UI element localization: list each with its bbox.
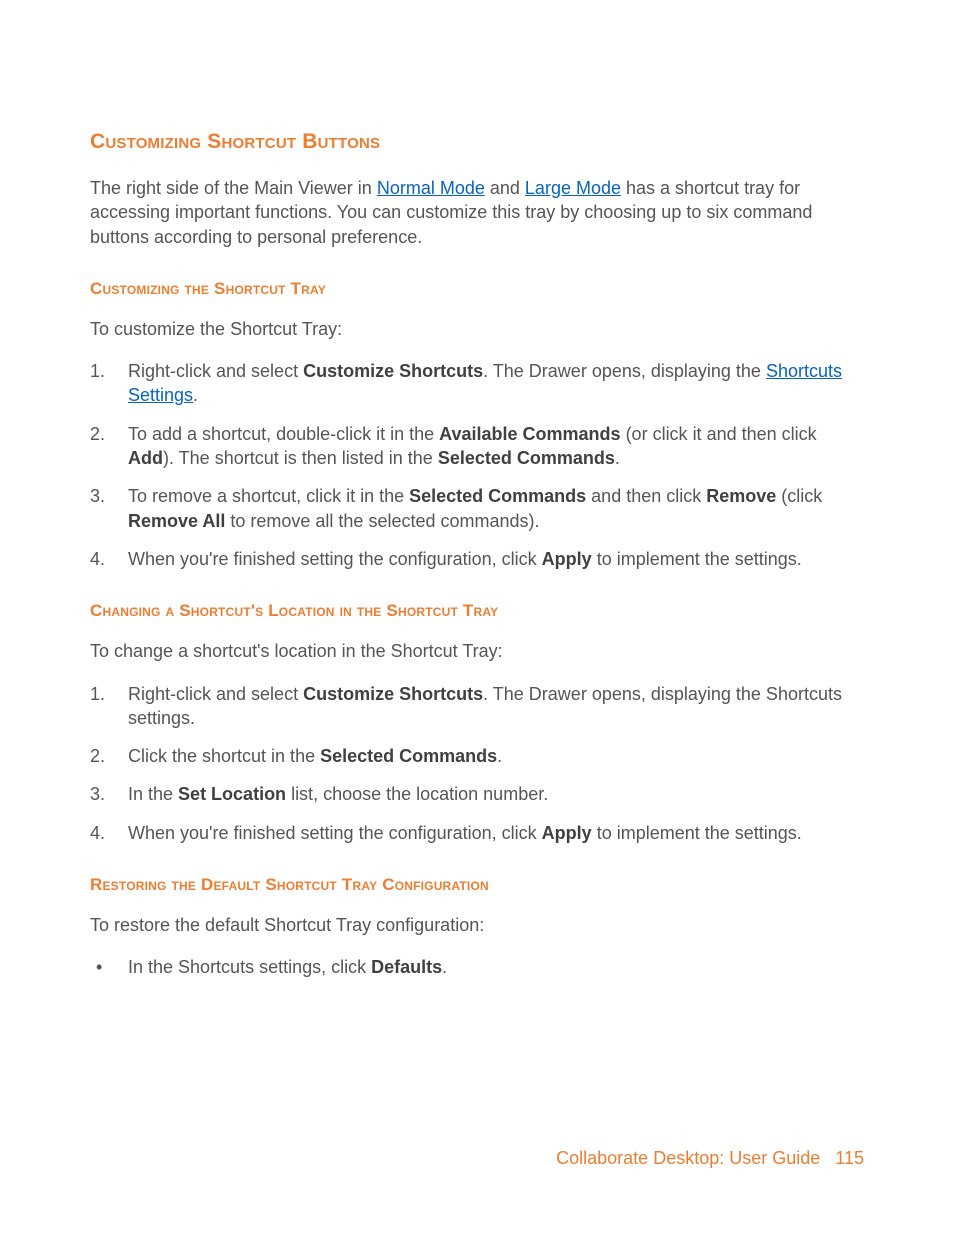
link-large-mode[interactable]: Large Mode (525, 178, 621, 198)
footer-page-number: 115 (835, 1148, 864, 1168)
text: . The Drawer opens, displaying the (483, 361, 766, 381)
bold-add: Add (128, 448, 163, 468)
heading-sub1: Customizing the Shortcut Tray (90, 279, 864, 299)
bold-apply-2: Apply (542, 823, 592, 843)
text: . (615, 448, 620, 468)
text: Right-click and select (128, 684, 303, 704)
heading-main: Customizing Shortcut Buttons (90, 130, 864, 154)
bold-remove: Remove (706, 486, 776, 506)
text: list, choose the location number. (286, 784, 548, 804)
sub1-lead: To customize the Shortcut Tray: (90, 317, 864, 341)
sub3-lead: To restore the default Shortcut Tray con… (90, 913, 864, 937)
text: (or click it and then click (621, 424, 817, 444)
text: In the (128, 784, 178, 804)
text: to remove all the selected commands). (225, 511, 539, 531)
sub3-bullet-1: In the Shortcuts settings, click Default… (90, 955, 864, 979)
text: to implement the settings. (592, 823, 802, 843)
text: When you're finished setting the configu… (128, 823, 542, 843)
sub2-item-1: Right-click and select Customize Shortcu… (90, 682, 864, 731)
text: to implement the settings. (592, 549, 802, 569)
sub2-list: Right-click and select Customize Shortcu… (90, 682, 864, 845)
footer-title: Collaborate Desktop: User Guide (556, 1148, 820, 1168)
text: To add a shortcut, double-click it in th… (128, 424, 439, 444)
text: When you're finished setting the configu… (128, 549, 542, 569)
text: . (497, 746, 502, 766)
intro-text-b: and (485, 178, 525, 198)
bold-defaults: Defaults (371, 957, 442, 977)
text: In the Shortcuts settings, click (128, 957, 371, 977)
bold-customize-shortcuts-2: Customize Shortcuts (303, 684, 483, 704)
sub1-item-2: To add a shortcut, double-click it in th… (90, 422, 864, 471)
bold-customize-shortcuts: Customize Shortcuts (303, 361, 483, 381)
text: (click (776, 486, 822, 506)
link-normal-mode[interactable]: Normal Mode (377, 178, 485, 198)
bold-selected-commands-3: Selected Commands (320, 746, 497, 766)
sub2-item-3: In the Set Location list, choose the loc… (90, 782, 864, 806)
bold-available-commands: Available Commands (439, 424, 620, 444)
text: To remove a shortcut, click it in the (128, 486, 409, 506)
sub1-item-3: To remove a shortcut, click it in the Se… (90, 484, 864, 533)
text: . (442, 957, 447, 977)
text: and then click (586, 486, 706, 506)
bold-set-location: Set Location (178, 784, 286, 804)
intro-text-a: The right side of the Main Viewer in (90, 178, 377, 198)
text: Click the shortcut in the (128, 746, 320, 766)
bold-selected-commands: Selected Commands (438, 448, 615, 468)
sub2-item-4: When you're finished setting the configu… (90, 821, 864, 845)
heading-sub3: Restoring the Default Shortcut Tray Conf… (90, 875, 864, 895)
bold-remove-all: Remove All (128, 511, 225, 531)
text: Right-click and select (128, 361, 303, 381)
text: ). The shortcut is then listed in the (163, 448, 438, 468)
bold-selected-commands-2: Selected Commands (409, 486, 586, 506)
document-page: Customizing Shortcut Buttons The right s… (0, 0, 954, 1235)
sub1-list: Right-click and select Customize Shortcu… (90, 359, 864, 571)
sub1-item-1: Right-click and select Customize Shortcu… (90, 359, 864, 408)
intro-paragraph: The right side of the Main Viewer in Nor… (90, 176, 864, 249)
sub1-item-4: When you're finished setting the configu… (90, 547, 864, 571)
heading-sub2: Changing a Shortcut's Location in the Sh… (90, 601, 864, 621)
page-footer: Collaborate Desktop: User Guide 115 (556, 1148, 864, 1169)
sub2-lead: To change a shortcut's location in the S… (90, 639, 864, 663)
sub2-item-2: Click the shortcut in the Selected Comma… (90, 744, 864, 768)
sub3-list: In the Shortcuts settings, click Default… (90, 955, 864, 979)
text: . (193, 385, 198, 405)
bold-apply: Apply (542, 549, 592, 569)
